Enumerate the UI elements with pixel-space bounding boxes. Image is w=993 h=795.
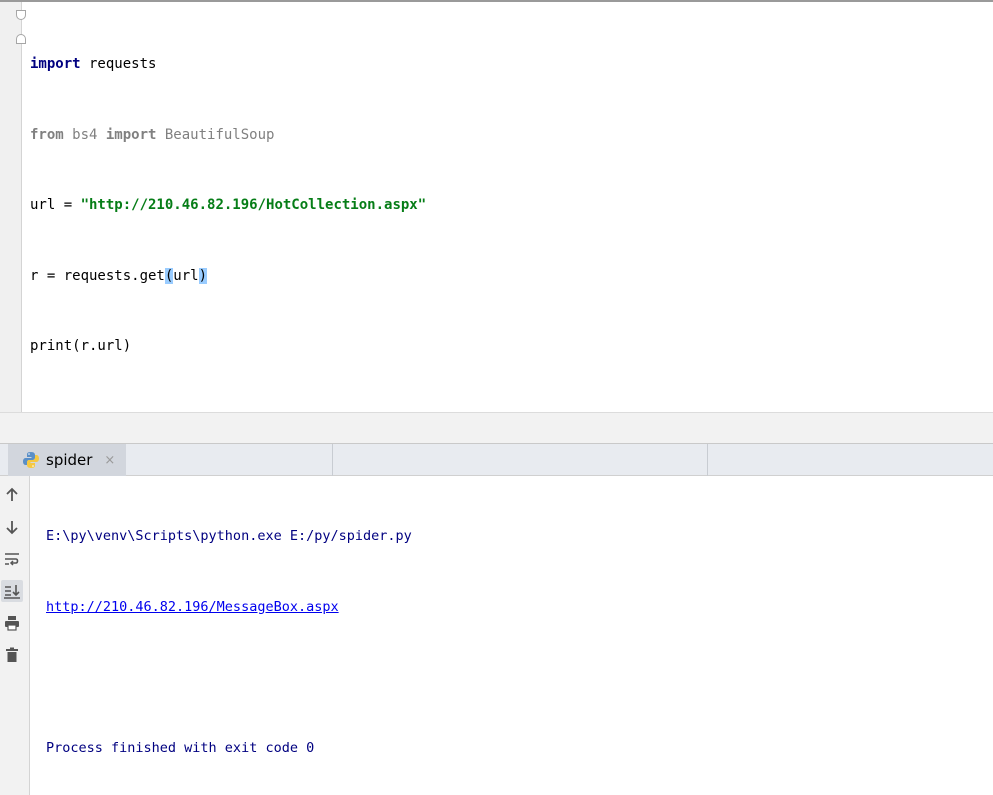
scroll-to-end-button[interactable] bbox=[1, 580, 23, 602]
module-name: requests bbox=[80, 56, 157, 72]
code-line-4[interactable]: r = requests.get(url) bbox=[0, 264, 993, 289]
keyword-import: import bbox=[105, 126, 157, 143]
clear-all-button[interactable] bbox=[1, 644, 23, 666]
fold-start-icon[interactable] bbox=[16, 10, 26, 20]
module-name: bs4 bbox=[63, 126, 106, 143]
python-file-icon bbox=[23, 452, 39, 468]
close-icon[interactable]: × bbox=[104, 453, 115, 468]
matched-brace-close: ) bbox=[198, 267, 208, 284]
call-argument: url bbox=[173, 267, 199, 284]
run-tab-spider[interactable]: spider × bbox=[8, 444, 126, 476]
arrow-down-icon bbox=[6, 521, 18, 535]
editor-bottom-bar bbox=[0, 412, 993, 443]
print-icon bbox=[5, 616, 19, 631]
console-blank-line: ​ bbox=[46, 666, 412, 690]
run-tab-bar: spider × bbox=[0, 443, 993, 476]
arrow-up-icon bbox=[6, 487, 18, 501]
console-output-link[interactable]: http://210.46.82.196/MessageBox.aspx bbox=[46, 599, 339, 615]
fold-end-icon[interactable] bbox=[16, 34, 26, 44]
console-output[interactable]: E:\py\venv\Scripts\python.exe E:/py/spid… bbox=[46, 478, 412, 784]
print-button[interactable] bbox=[1, 612, 23, 634]
code-line-1[interactable]: import requests bbox=[30, 53, 426, 77]
call-expression: r = requests.get bbox=[30, 267, 165, 284]
console-exit-message: Process finished with exit code 0 bbox=[46, 739, 315, 756]
assignment: url = bbox=[30, 197, 81, 213]
code-editor[interactable]: import requests from bs4 import Beautifu… bbox=[0, 0, 993, 414]
header-divider bbox=[707, 444, 708, 476]
run-tab-label: spider bbox=[46, 451, 93, 469]
scroll-down-button[interactable] bbox=[1, 516, 23, 538]
imported-name: BeautifulSoup bbox=[156, 126, 275, 143]
trash-icon bbox=[6, 647, 18, 662]
code-line-3[interactable]: url = "http://210.46.82.196/HotCollectio… bbox=[30, 194, 426, 218]
keyword-from: from bbox=[30, 126, 64, 143]
string-literal: "http://210.46.82.196/HotCollection.aspx… bbox=[80, 197, 427, 213]
soft-wrap-button[interactable] bbox=[1, 548, 23, 570]
rerun-up-button[interactable] bbox=[1, 484, 23, 506]
keyword-import: import bbox=[30, 56, 81, 72]
soft-wrap-icon bbox=[5, 553, 19, 566]
scroll-to-end-icon bbox=[4, 585, 20, 599]
console-command-line: E:\py\venv\Scripts\python.exe E:/py/spid… bbox=[46, 528, 412, 544]
run-toolbar bbox=[0, 476, 30, 795]
code-line-5[interactable]: print(r.url) bbox=[30, 335, 426, 359]
print-statement: print(r.url) bbox=[30, 338, 132, 354]
code-content[interactable]: import requests from bs4 import Beautifu… bbox=[0, 6, 993, 406]
header-divider bbox=[332, 444, 333, 476]
code-line-2[interactable]: from bs4 import BeautifulSoup bbox=[30, 124, 426, 148]
editor-gutter bbox=[0, 2, 26, 414]
